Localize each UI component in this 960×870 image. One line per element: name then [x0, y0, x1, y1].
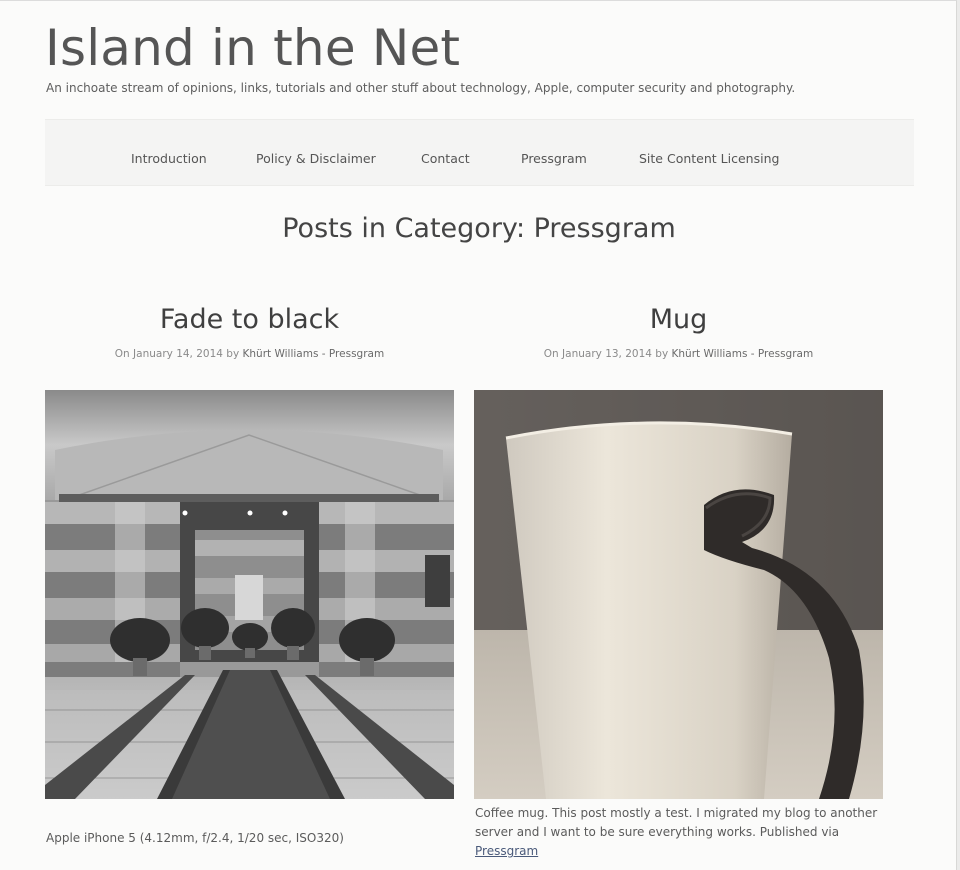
post-caption: Coffee mug. This post mostly a test. I m… [475, 804, 885, 861]
archive-title: Posts in Category: Pressgram [282, 213, 676, 244]
site-tagline: An inchoate stream of opinions, links, t… [46, 81, 796, 95]
post-title[interactable]: Fade to black [45, 304, 454, 335]
mug-photo[interactable] [474, 390, 883, 799]
main-navigation: Introduction Policy & Disclaimer Contact… [45, 119, 914, 186]
post-date[interactable]: On January 14, 2014 by [115, 348, 239, 360]
post-meta: On January 13, 2014 by Khürt Williams - … [474, 348, 883, 360]
nav-item-pressgram[interactable]: Pressgram [521, 151, 587, 166]
pressgram-link[interactable]: Pressgram [475, 844, 538, 858]
post-meta: On January 14, 2014 by Khürt Williams - … [45, 348, 454, 360]
lobby-photo[interactable] [45, 390, 454, 799]
post-caption-text: Coffee mug. This post mostly a test. I m… [475, 806, 878, 839]
nav-item-policy-disclaimer[interactable]: Policy & Disclaimer [256, 151, 376, 166]
post-author[interactable]: Khürt Williams - Pressgram [243, 348, 385, 360]
post-caption: Apple iPhone 5 (4.12mm, f/2.4, 1/20 sec,… [46, 831, 344, 845]
post-author[interactable]: Khürt Williams - Pressgram [672, 348, 814, 360]
nav-item-contact[interactable]: Contact [421, 151, 470, 166]
nav-item-site-content-licensing[interactable]: Site Content Licensing [639, 151, 779, 166]
nav-item-introduction[interactable]: Introduction [131, 151, 207, 166]
post-date[interactable]: On January 13, 2014 by [544, 348, 668, 360]
post-title[interactable]: Mug [474, 304, 883, 335]
page: Island in the Net An inchoate stream of … [0, 0, 957, 870]
site-title[interactable]: Island in the Net [45, 15, 460, 81]
